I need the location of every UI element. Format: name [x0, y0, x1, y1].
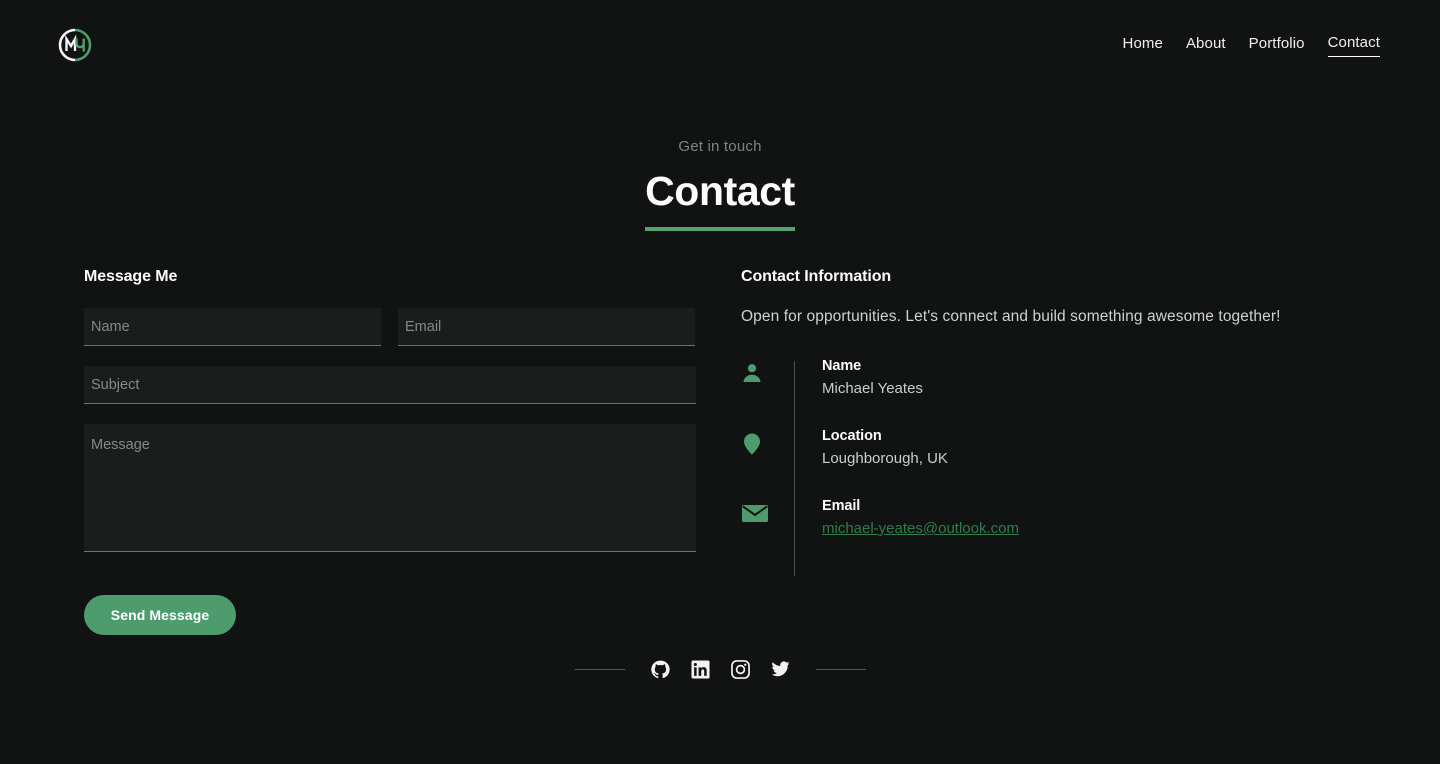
- linkedin-icon[interactable]: [690, 660, 710, 679]
- github-icon[interactable]: [650, 660, 670, 679]
- nav-item-portfolio[interactable]: Portfolio: [1249, 35, 1305, 57]
- person-icon: [741, 358, 794, 384]
- contact-detail-text: Name Michael Yeates: [794, 358, 923, 397]
- contact-detail-name: Name Michael Yeates: [741, 358, 1361, 428]
- message-textarea[interactable]: [84, 424, 696, 552]
- contact-info-intro: Open for opportunities. Let's connect an…: [741, 308, 1281, 325]
- title-underline-rule: [645, 227, 795, 231]
- detail-label: Location: [822, 428, 882, 444]
- contact-page: Home About Portfolio Contact Get in touc…: [0, 0, 1440, 764]
- instagram-icon[interactable]: [730, 660, 750, 679]
- location-pin-icon: [741, 428, 794, 456]
- logo[interactable]: [58, 28, 92, 62]
- contact-detail-text: Email michael-yeates@outlook.com: [794, 498, 1019, 537]
- main-nav: Home About Portfolio Contact: [1123, 34, 1380, 57]
- contact-detail-location: Location Loughborough, UK: [741, 428, 1361, 498]
- contact-information-column: Contact Information Open for opportuniti…: [741, 268, 1361, 576]
- email-input[interactable]: [398, 308, 695, 346]
- my-monogram-logo-icon: [58, 28, 92, 62]
- twitter-icon[interactable]: [771, 660, 790, 679]
- detail-label: Name: [822, 358, 862, 374]
- detail-value: Michael Yeates: [822, 380, 923, 397]
- page-eyebrow: Get in touch: [678, 138, 762, 155]
- name-input[interactable]: [84, 308, 381, 346]
- email-link[interactable]: michael-yeates@outlook.com: [822, 520, 1019, 537]
- contact-details-list: Name Michael Yeates Location Loughboroug…: [741, 358, 1361, 576]
- contact-detail-email: Email michael-yeates@outlook.com: [741, 498, 1361, 568]
- footer-socials: [0, 660, 1440, 679]
- footer-rule-left: [574, 669, 625, 670]
- social-links: [650, 660, 790, 679]
- form-heading: Message Me: [84, 268, 178, 285]
- page-title: Contact: [645, 168, 795, 214]
- contact-detail-text: Location Loughborough, UK: [794, 428, 948, 467]
- site-header: Home About Portfolio Contact: [0, 0, 1440, 90]
- message-form-column: Message Me Send Message: [84, 268, 696, 635]
- contact-info-heading: Contact Information: [741, 268, 892, 285]
- envelope-icon: [741, 498, 794, 524]
- form-row-name-email: [84, 308, 696, 346]
- detail-value: Loughborough, UK: [822, 450, 948, 467]
- footer-rule-right: [815, 669, 866, 670]
- page-title-block: Get in touch Contact: [0, 138, 1440, 231]
- subject-input[interactable]: [84, 366, 696, 404]
- nav-item-home[interactable]: Home: [1123, 35, 1163, 57]
- detail-label: Email: [822, 498, 861, 514]
- send-message-button[interactable]: Send Message: [84, 595, 236, 635]
- nav-item-contact[interactable]: Contact: [1327, 34, 1380, 57]
- nav-item-about[interactable]: About: [1186, 35, 1226, 57]
- contact-details-divider: [794, 361, 795, 576]
